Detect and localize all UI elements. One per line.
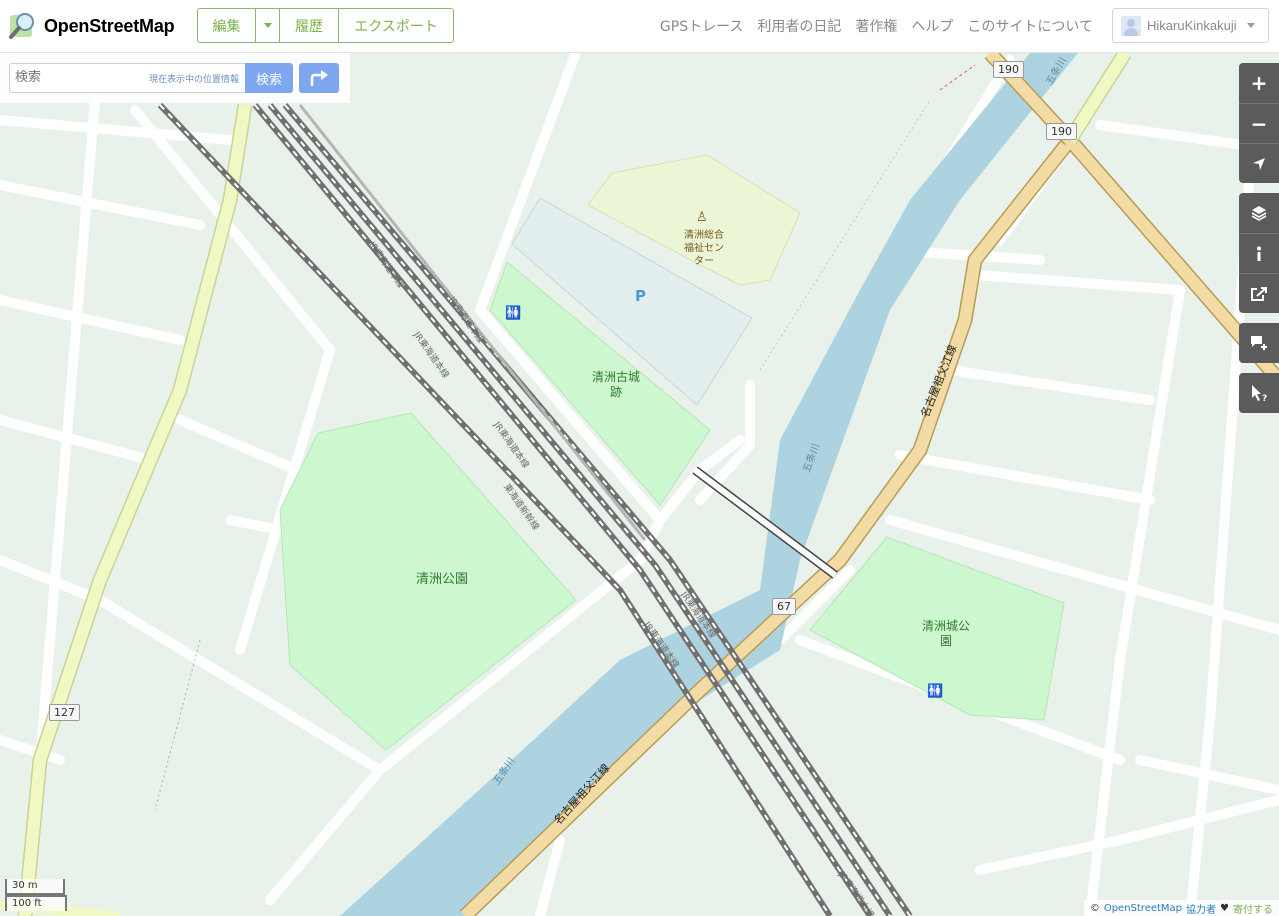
nav-about[interactable]: このサイトについて (967, 16, 1093, 36)
parking-icon: P (635, 287, 646, 305)
map-key-button[interactable] (1239, 233, 1279, 273)
toilets-icon: 🚻 (505, 306, 522, 321)
logo-text: OpenStreetMap (44, 15, 175, 36)
label-castle-park-line1: 清洲城公 (922, 619, 971, 633)
route-shield-67: 67 (772, 598, 796, 615)
label-castle-ruin: 清洲古城 跡 (592, 370, 640, 400)
map-canvas (0, 53, 1279, 916)
attribution: © OpenStreetMap 協力者 ♥ 寄付する (1083, 900, 1279, 916)
chevron-down-icon (1246, 23, 1255, 28)
edit-button[interactable]: 編集 (198, 9, 256, 42)
site-header: OpenStreetMap 編集 履歴 エクスポート GPSトレース 利用者の日… (0, 0, 1279, 53)
layers-button[interactable] (1239, 193, 1279, 233)
donate-link[interactable]: 寄付する (1233, 901, 1273, 916)
export-button[interactable]: エクスポート (339, 9, 453, 42)
label-welfare-line3: ター (694, 256, 714, 267)
chevron-down-icon (263, 23, 272, 28)
avatar (1121, 15, 1141, 36)
logo[interactable]: OpenStreetMap (8, 10, 175, 42)
nav-gps-traces[interactable]: GPSトレース (660, 16, 743, 36)
label-welfare-line1: 清洲総合 (684, 230, 724, 241)
svg-text:?: ? (1262, 394, 1267, 402)
scale-bar: 30 m 100 ft (5, 879, 67, 911)
username: HikaruKinkakuji (1147, 18, 1237, 33)
share-icon (1251, 286, 1267, 301)
nav-user-diaries[interactable]: 利用者の日記 (757, 16, 841, 36)
directions-icon (310, 70, 328, 86)
query-cursor-icon: ? (1252, 385, 1267, 402)
label-welfare-center: 清洲総合 福祉セン ター (684, 229, 724, 268)
nav-copyright[interactable]: 著作権 (855, 16, 897, 36)
add-note-icon (1251, 336, 1267, 350)
heart-icon: ♥ (1220, 902, 1229, 914)
user-menu-button[interactable]: HikaruKinkakuji (1112, 8, 1269, 43)
label-castle-park: 清洲城公 園 (922, 619, 970, 649)
label-castle-park-line2: 園 (940, 634, 953, 648)
where-am-i-link[interactable]: 現在表示中の位置情報 (149, 72, 239, 85)
copyright-symbol: © (1089, 902, 1100, 914)
search-box: 現在表示中の位置情報 (9, 63, 246, 93)
label-welfare-line2: 福祉セン (684, 243, 724, 254)
top-nav: GPSトレース 利用者の日記 著作権 ヘルプ このサイトについて (660, 16, 1093, 36)
search-panel: 現在表示中の位置情報 検索 (0, 53, 350, 103)
toilets-icon-2: 🚻 (927, 684, 944, 699)
note-tools (1239, 323, 1279, 363)
label-castle-ruin-line1: 清洲古城 (592, 370, 641, 384)
query-features-button[interactable]: ? (1239, 373, 1279, 413)
osm-link[interactable]: OpenStreetMap (1104, 903, 1182, 914)
osm-logo-icon (9, 13, 34, 39)
directions-button[interactable] (299, 63, 339, 93)
search-input[interactable] (15, 70, 135, 85)
search-button[interactable]: 検索 (245, 63, 293, 93)
map-view[interactable]: 清洲公園 清洲古城 跡 清洲城公 園 清洲総合 福祉セン ター ♙ P 🚻 🚻 … (0, 53, 1279, 916)
edit-dropdown-button[interactable] (256, 9, 280, 42)
scale-imperial: 100 ft (5, 895, 67, 911)
route-shield-127: 127 (49, 704, 80, 721)
edit-button-group: 編集 履歴 エクスポート (197, 8, 454, 43)
contributors-link[interactable]: 協力者 (1186, 901, 1216, 916)
zoom-out-button[interactable]: − (1239, 103, 1279, 143)
label-seisu-park: 清洲公園 (416, 572, 469, 587)
layers-icon (1251, 206, 1267, 221)
route-shield-190a: 190 (993, 61, 1024, 78)
zoom-controls: + − (1239, 63, 1279, 183)
add-note-button[interactable] (1239, 323, 1279, 363)
share-button[interactable] (1239, 273, 1279, 313)
route-shield-190b: 190 (1046, 123, 1077, 140)
query-tools: ? (1239, 373, 1279, 413)
scale-metric: 30 m (5, 879, 65, 895)
zoom-in-button[interactable]: + (1239, 63, 1279, 103)
locate-arrow-icon (1253, 157, 1265, 170)
history-button[interactable]: 履歴 (280, 9, 339, 42)
label-castle-ruin-line2: 跡 (610, 385, 623, 399)
locate-button[interactable] (1239, 143, 1279, 183)
nav-help[interactable]: ヘルプ (911, 16, 953, 36)
community-center-icon: ♙ (696, 210, 708, 225)
info-icon (1257, 246, 1261, 261)
map-tools (1239, 193, 1279, 313)
